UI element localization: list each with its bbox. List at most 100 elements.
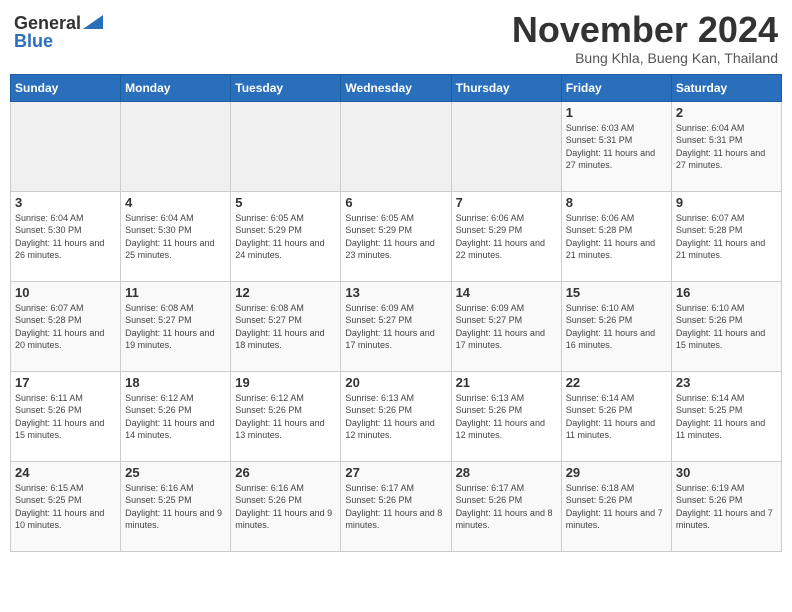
- day-info: Sunrise: 6:05 AM Sunset: 5:29 PM Dayligh…: [345, 212, 446, 262]
- day-info: Sunrise: 6:03 AM Sunset: 5:31 PM Dayligh…: [566, 122, 667, 172]
- weekday-header-saturday: Saturday: [671, 74, 781, 101]
- calendar-cell: 26 Sunrise: 6:16 AM Sunset: 5:26 PM Dayli…: [231, 461, 341, 551]
- calendar-cell: 18Sunrise: 6:12 AM Sunset: 5:26 PM Dayli…: [121, 371, 231, 461]
- calendar-cell: 4 Sunrise: 6:04 AM Sunset: 5:30 PM Daylig…: [121, 191, 231, 281]
- day-number: 24: [15, 465, 116, 480]
- weekday-header-tuesday: Tuesday: [231, 74, 341, 101]
- day-info: Sunrise: 6:06 AM Sunset: 5:28 PM Dayligh…: [566, 212, 667, 262]
- day-number: 10: [15, 285, 116, 300]
- day-info: Sunrise: 6:16 AM Sunset: 5:26 PM Dayligh…: [235, 482, 336, 532]
- day-number: 26: [235, 465, 336, 480]
- calendar-cell: 10 Sunrise: 6:07 AM Sunset: 5:28 PM Dayli…: [11, 281, 121, 371]
- day-info: Sunrise: 6:19 AM Sunset: 5:26 PM Dayligh…: [676, 482, 777, 532]
- day-number: 8: [566, 195, 667, 210]
- day-info: Sunrise: 6:16 AM Sunset: 5:25 PM Dayligh…: [125, 482, 226, 532]
- day-info: Sunrise: 6:07 AM Sunset: 5:28 PM Dayligh…: [676, 212, 777, 262]
- day-info: Sunrise: 6:10 AM Sunset: 5:26 PM Dayligh…: [566, 302, 667, 352]
- day-number: 15: [566, 285, 667, 300]
- day-info: Sunrise: 6:04 AM Sunset: 5:30 PM Dayligh…: [15, 212, 116, 262]
- day-number: 1: [566, 105, 667, 120]
- day-number: 30: [676, 465, 777, 480]
- calendar-cell: 2 Sunrise: 6:04 AM Sunset: 5:31 PM Daylig…: [671, 101, 781, 191]
- calendar-cell: 11Sunrise: 6:08 AM Sunset: 5:27 PM Dayli…: [121, 281, 231, 371]
- day-number: 21: [456, 375, 557, 390]
- month-title: November 2024: [512, 10, 778, 50]
- day-number: 23: [676, 375, 777, 390]
- logo-general-text: General: [14, 14, 81, 32]
- day-number: 9: [676, 195, 777, 210]
- calendar-cell: 29 Sunrise: 6:18 AM Sunset: 5:26 PM Dayli…: [561, 461, 671, 551]
- calendar-cell: 3Sunrise: 6:04 AM Sunset: 5:30 PM Daylig…: [11, 191, 121, 281]
- day-number: 11: [125, 285, 226, 300]
- day-number: 27: [345, 465, 446, 480]
- day-info: Sunrise: 6:18 AM Sunset: 5:26 PM Dayligh…: [566, 482, 667, 532]
- day-number: 25: [125, 465, 226, 480]
- day-info: Sunrise: 6:10 AM Sunset: 5:26 PM Dayligh…: [676, 302, 777, 352]
- calendar-cell: 25 Sunrise: 6:16 AM Sunset: 5:25 PM Dayli…: [121, 461, 231, 551]
- page-header: General Blue November 2024 Bung Khla, Bu…: [10, 10, 782, 66]
- calendar-table: SundayMondayTuesdayWednesdayThursdayFrid…: [10, 74, 782, 552]
- calendar-cell: 7Sunrise: 6:06 AM Sunset: 5:29 PM Daylig…: [451, 191, 561, 281]
- day-number: 29: [566, 465, 667, 480]
- day-info: Sunrise: 6:06 AM Sunset: 5:29 PM Dayligh…: [456, 212, 557, 262]
- calendar-cell: 5 Sunrise: 6:05 AM Sunset: 5:29 PM Daylig…: [231, 191, 341, 281]
- day-number: 5: [235, 195, 336, 210]
- day-info: Sunrise: 6:17 AM Sunset: 5:26 PM Dayligh…: [345, 482, 446, 532]
- day-number: 2: [676, 105, 777, 120]
- calendar-cell: 22 Sunrise: 6:14 AM Sunset: 5:26 PM Dayli…: [561, 371, 671, 461]
- logo-blue-text: Blue: [14, 32, 53, 50]
- day-info: Sunrise: 6:13 AM Sunset: 5:26 PM Dayligh…: [345, 392, 446, 442]
- day-number: 22: [566, 375, 667, 390]
- calendar-cell: 28 Sunrise: 6:17 AM Sunset: 5:26 PM Dayli…: [451, 461, 561, 551]
- calendar-cell: 14 Sunrise: 6:09 AM Sunset: 5:27 PM Dayli…: [451, 281, 561, 371]
- day-number: 20: [345, 375, 446, 390]
- day-number: 17: [15, 375, 116, 390]
- day-number: 4: [125, 195, 226, 210]
- day-info: Sunrise: 6:09 AM Sunset: 5:27 PM Dayligh…: [456, 302, 557, 352]
- logo: General Blue: [14, 14, 103, 50]
- day-number: 28: [456, 465, 557, 480]
- day-info: Sunrise: 6:15 AM Sunset: 5:25 PM Dayligh…: [15, 482, 116, 532]
- calendar-cell: 27 Sunrise: 6:17 AM Sunset: 5:26 PM Dayli…: [341, 461, 451, 551]
- day-info: Sunrise: 6:08 AM Sunset: 5:27 PM Dayligh…: [235, 302, 336, 352]
- calendar-cell: 15 Sunrise: 6:10 AM Sunset: 5:26 PM Dayli…: [561, 281, 671, 371]
- calendar-cell: [231, 101, 341, 191]
- calendar-week-2: 3Sunrise: 6:04 AM Sunset: 5:30 PM Daylig…: [11, 191, 782, 281]
- day-number: 6: [345, 195, 446, 210]
- weekday-header-row: SundayMondayTuesdayWednesdayThursdayFrid…: [11, 74, 782, 101]
- day-info: Sunrise: 6:04 AM Sunset: 5:30 PM Dayligh…: [125, 212, 226, 262]
- calendar-cell: 20 Sunrise: 6:13 AM Sunset: 5:26 PM Dayli…: [341, 371, 451, 461]
- calendar-cell: 12 Sunrise: 6:08 AM Sunset: 5:27 PM Dayli…: [231, 281, 341, 371]
- day-number: 16: [676, 285, 777, 300]
- day-info: Sunrise: 6:04 AM Sunset: 5:31 PM Dayligh…: [676, 122, 777, 172]
- day-info: Sunrise: 6:05 AM Sunset: 5:29 PM Dayligh…: [235, 212, 336, 262]
- day-info: Sunrise: 6:14 AM Sunset: 5:26 PM Dayligh…: [566, 392, 667, 442]
- day-number: 14: [456, 285, 557, 300]
- calendar-cell: 8 Sunrise: 6:06 AM Sunset: 5:28 PM Daylig…: [561, 191, 671, 281]
- calendar-week-4: 17Sunrise: 6:11 AM Sunset: 5:26 PM Dayli…: [11, 371, 782, 461]
- day-number: 12: [235, 285, 336, 300]
- day-number: 19: [235, 375, 336, 390]
- day-info: Sunrise: 6:14 AM Sunset: 5:25 PM Dayligh…: [676, 392, 777, 442]
- day-info: Sunrise: 6:17 AM Sunset: 5:26 PM Dayligh…: [456, 482, 557, 532]
- calendar-week-5: 24 Sunrise: 6:15 AM Sunset: 5:25 PM Dayli…: [11, 461, 782, 551]
- calendar-cell: [11, 101, 121, 191]
- calendar-cell: 21 Sunrise: 6:13 AM Sunset: 5:26 PM Dayli…: [451, 371, 561, 461]
- title-block: November 2024 Bung Khla, Bueng Kan, Thai…: [512, 10, 778, 66]
- calendar-cell: 17Sunrise: 6:11 AM Sunset: 5:26 PM Dayli…: [11, 371, 121, 461]
- calendar-week-1: 1 Sunrise: 6:03 AM Sunset: 5:31 PM Daylig…: [11, 101, 782, 191]
- day-info: Sunrise: 6:07 AM Sunset: 5:28 PM Dayligh…: [15, 302, 116, 352]
- calendar-cell: 6 Sunrise: 6:05 AM Sunset: 5:29 PM Daylig…: [341, 191, 451, 281]
- weekday-header-wednesday: Wednesday: [341, 74, 451, 101]
- calendar-cell: 19 Sunrise: 6:12 AM Sunset: 5:26 PM Dayli…: [231, 371, 341, 461]
- calendar-cell: 16 Sunrise: 6:10 AM Sunset: 5:26 PM Dayli…: [671, 281, 781, 371]
- day-info: Sunrise: 6:12 AM Sunset: 5:26 PM Dayligh…: [235, 392, 336, 442]
- calendar-cell: 9 Sunrise: 6:07 AM Sunset: 5:28 PM Daylig…: [671, 191, 781, 281]
- weekday-header-sunday: Sunday: [11, 74, 121, 101]
- weekday-header-friday: Friday: [561, 74, 671, 101]
- day-info: Sunrise: 6:13 AM Sunset: 5:26 PM Dayligh…: [456, 392, 557, 442]
- logo-icon: [83, 15, 103, 29]
- calendar-cell: 30 Sunrise: 6:19 AM Sunset: 5:26 PM Dayli…: [671, 461, 781, 551]
- calendar-week-3: 10 Sunrise: 6:07 AM Sunset: 5:28 PM Dayli…: [11, 281, 782, 371]
- weekday-header-monday: Monday: [121, 74, 231, 101]
